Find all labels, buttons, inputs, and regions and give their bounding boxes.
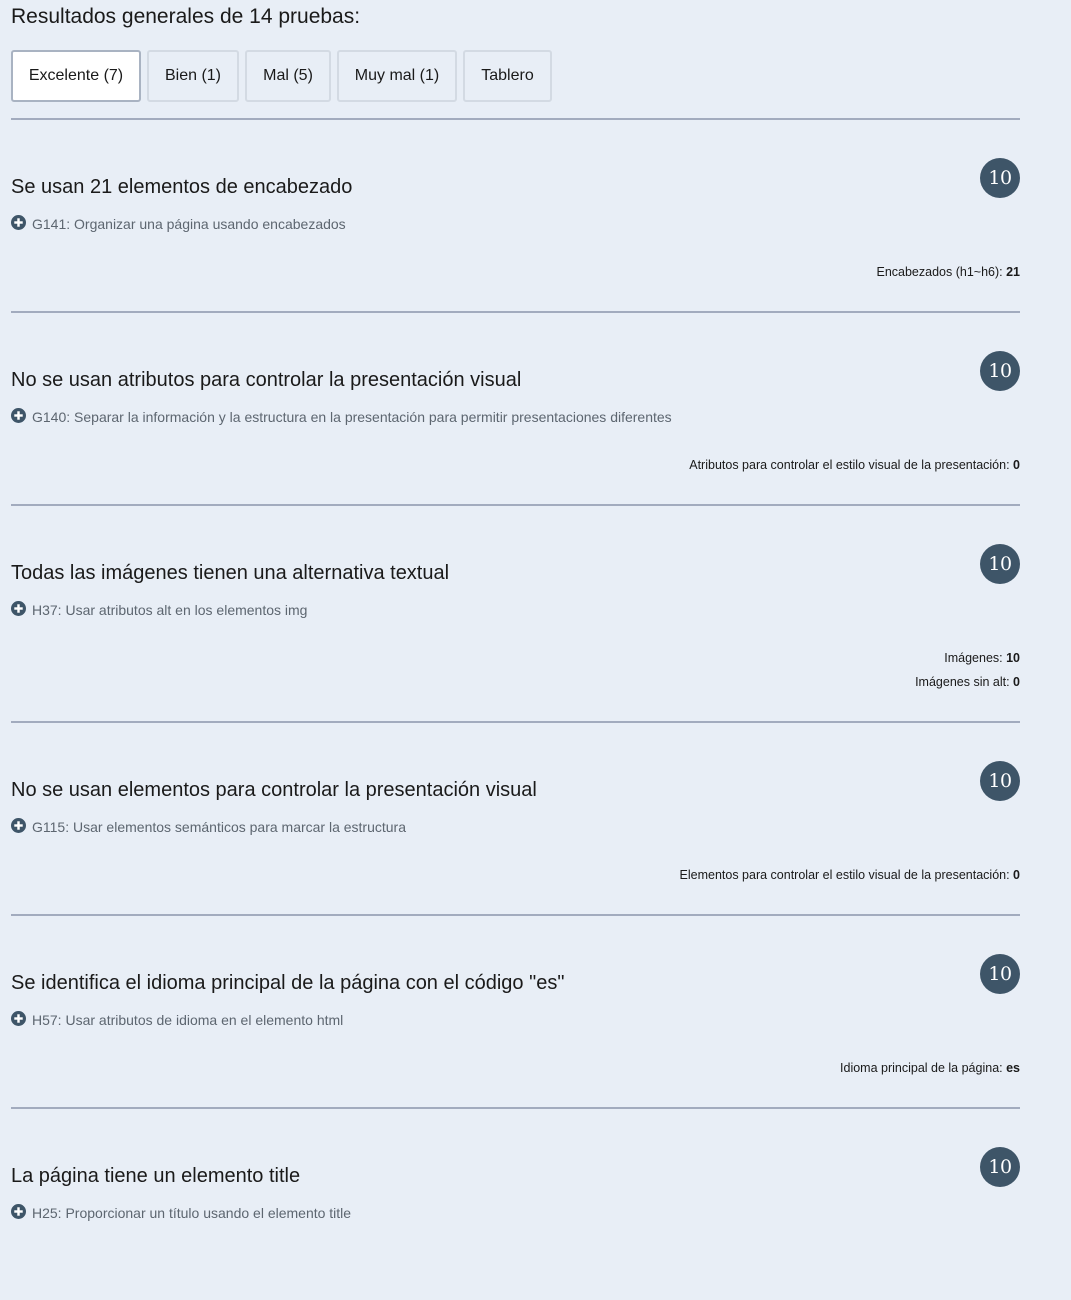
metric-row: Imágenes sin alt: 0 bbox=[915, 670, 1020, 694]
metric-row: Idioma principal de la página: es bbox=[840, 1056, 1020, 1080]
test-title: No se usan atributos para controlar la p… bbox=[11, 369, 522, 391]
score-badge: 10 bbox=[980, 1147, 1020, 1187]
tab-mal[interactable]: Mal (5) bbox=[245, 50, 331, 102]
metric-label: Idioma principal de la página: bbox=[840, 1061, 1007, 1075]
tab-bien[interactable]: Bien (1) bbox=[147, 50, 239, 102]
metric-row: Atributos para controlar el estilo visua… bbox=[689, 453, 1020, 477]
score-badge: 10 bbox=[980, 954, 1020, 994]
filter-tabs: Excelente (7) Bien (1) Mal (5) Muy mal (… bbox=[11, 50, 1020, 102]
score-badge: 10 bbox=[980, 761, 1020, 801]
metric-label: Encabezados (h1~h6): bbox=[876, 265, 1007, 279]
technique-label: G115: Usar elementos semánticos para mar… bbox=[32, 819, 407, 835]
test-result-item: 10 No se usan atributos para controlar l… bbox=[11, 311, 1020, 504]
metric-value: 21 bbox=[1006, 265, 1020, 279]
plus-circle-icon bbox=[11, 407, 26, 423]
plus-circle-icon bbox=[11, 1010, 26, 1026]
metric-value: 0 bbox=[1013, 868, 1020, 882]
tab-muy-mal[interactable]: Muy mal (1) bbox=[337, 50, 457, 102]
plus-circle-icon bbox=[11, 817, 26, 833]
test-metrics: Encabezados (h1~h6): 21 bbox=[876, 260, 1020, 284]
metric-label: Imágenes: bbox=[944, 651, 1007, 665]
score-badge: 10 bbox=[980, 351, 1020, 391]
technique-label: G140: Separar la información y la estruc… bbox=[32, 409, 672, 425]
test-metrics: Idioma principal de la página: es bbox=[840, 1056, 1020, 1080]
metric-value: 10 bbox=[1006, 651, 1020, 665]
test-metrics: Elementos para controlar el estilo visua… bbox=[680, 863, 1020, 887]
score-badge: 10 bbox=[980, 158, 1020, 198]
test-result-item: 10 Se identifica el idioma principal de … bbox=[11, 914, 1020, 1107]
test-title: No se usan elementos para controlar la p… bbox=[11, 779, 537, 801]
test-result-item: 10 Todas las imágenes tienen una alterna… bbox=[11, 504, 1020, 721]
metric-label: Atributos para controlar el estilo visua… bbox=[689, 458, 1014, 472]
plus-circle-icon bbox=[11, 600, 26, 616]
score-badge: 10 bbox=[980, 544, 1020, 584]
test-result-item: 10 No se usan elementos para controlar l… bbox=[11, 721, 1020, 914]
metric-row: Elementos para controlar el estilo visua… bbox=[680, 863, 1020, 887]
technique-toggle[interactable]: G115: Usar elementos semánticos para mar… bbox=[11, 817, 407, 835]
metric-value: es bbox=[1006, 1061, 1020, 1075]
technique-toggle[interactable]: G141: Organizar una página usando encabe… bbox=[11, 214, 346, 232]
test-metrics: Imágenes: 10 Imágenes sin alt: 0 bbox=[915, 646, 1020, 694]
metric-value: 0 bbox=[1013, 458, 1020, 472]
summary-title: Resultados generales de 14 pruebas: bbox=[11, 5, 361, 28]
technique-toggle[interactable]: H37: Usar atributos alt en los elementos… bbox=[11, 600, 308, 618]
technique-label: G141: Organizar una página usando encabe… bbox=[32, 216, 346, 232]
plus-circle-icon bbox=[11, 1203, 26, 1219]
test-title: Todas las imágenes tienen una alternativ… bbox=[11, 562, 450, 584]
technique-toggle[interactable]: H25: Proporcionar un título usando el el… bbox=[11, 1203, 352, 1221]
test-metrics: Atributos para controlar el estilo visua… bbox=[689, 453, 1020, 477]
technique-label: H37: Usar atributos alt en los elementos… bbox=[32, 602, 308, 618]
test-title: La página tiene un elemento title bbox=[11, 1165, 301, 1187]
test-title: Se usan 21 elementos de encabezado bbox=[11, 176, 353, 198]
tab-tablero[interactable]: Tablero bbox=[463, 50, 552, 102]
test-result-item: 10 Se usan 21 elementos de encabezado G1… bbox=[11, 118, 1020, 311]
test-title: Se identifica el idioma principal de la … bbox=[11, 972, 565, 994]
metric-row: Encabezados (h1~h6): 21 bbox=[876, 260, 1020, 284]
technique-toggle[interactable]: G140: Separar la información y la estruc… bbox=[11, 407, 672, 425]
results-page: Resultados generales de 14 pruebas: Exce… bbox=[11, 0, 1020, 1300]
test-results-list: 10 Se usan 21 elementos de encabezado G1… bbox=[11, 118, 1020, 1300]
technique-label: H57: Usar atributos de idioma en el elem… bbox=[32, 1012, 344, 1028]
plus-circle-icon bbox=[11, 214, 26, 230]
metric-value: 0 bbox=[1013, 675, 1020, 689]
metric-row: Imágenes: 10 bbox=[915, 646, 1020, 670]
metric-label: Imágenes sin alt: bbox=[915, 675, 1014, 689]
technique-label: H25: Proporcionar un título usando el el… bbox=[32, 1205, 352, 1221]
tab-excelente[interactable]: Excelente (7) bbox=[11, 50, 141, 102]
technique-toggle[interactable]: H57: Usar atributos de idioma en el elem… bbox=[11, 1010, 344, 1028]
test-result-item: 10 La página tiene un elemento title H25… bbox=[11, 1107, 1020, 1300]
metric-label: Elementos para controlar el estilo visua… bbox=[679, 868, 1014, 882]
